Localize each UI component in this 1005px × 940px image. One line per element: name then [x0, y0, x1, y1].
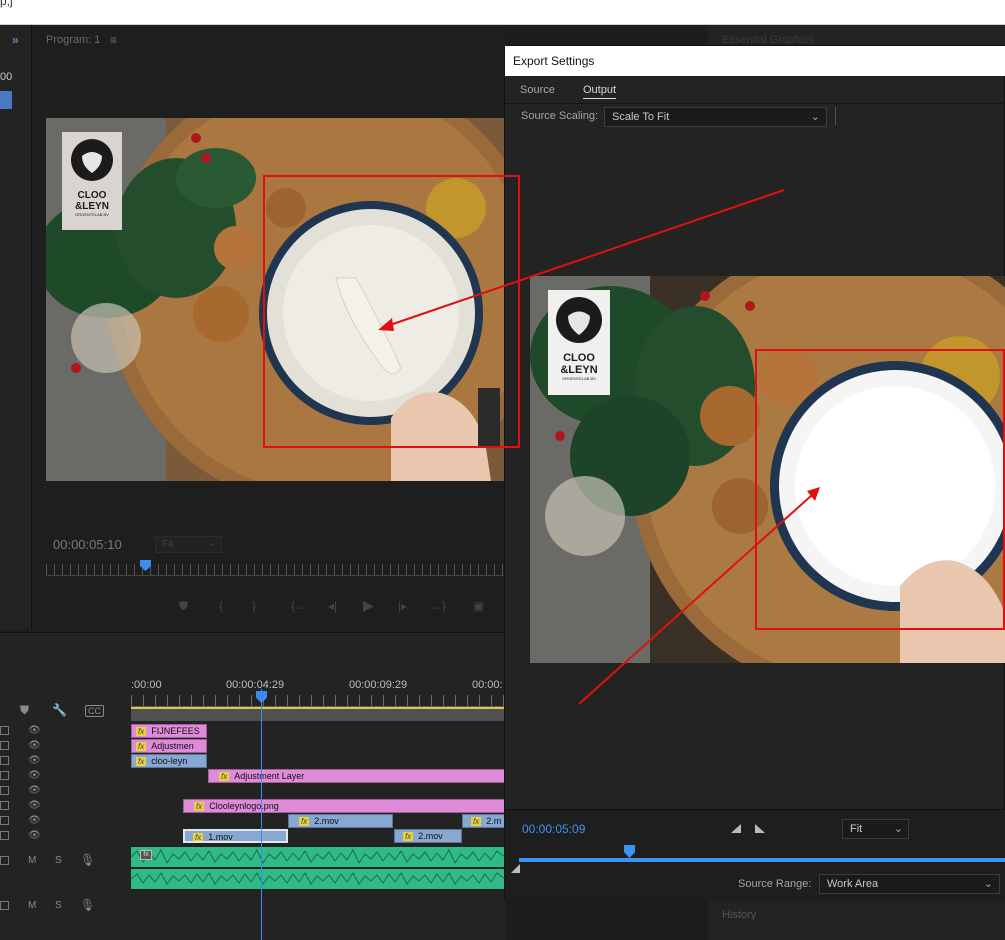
annotation-arrows: [378, 189, 820, 705]
